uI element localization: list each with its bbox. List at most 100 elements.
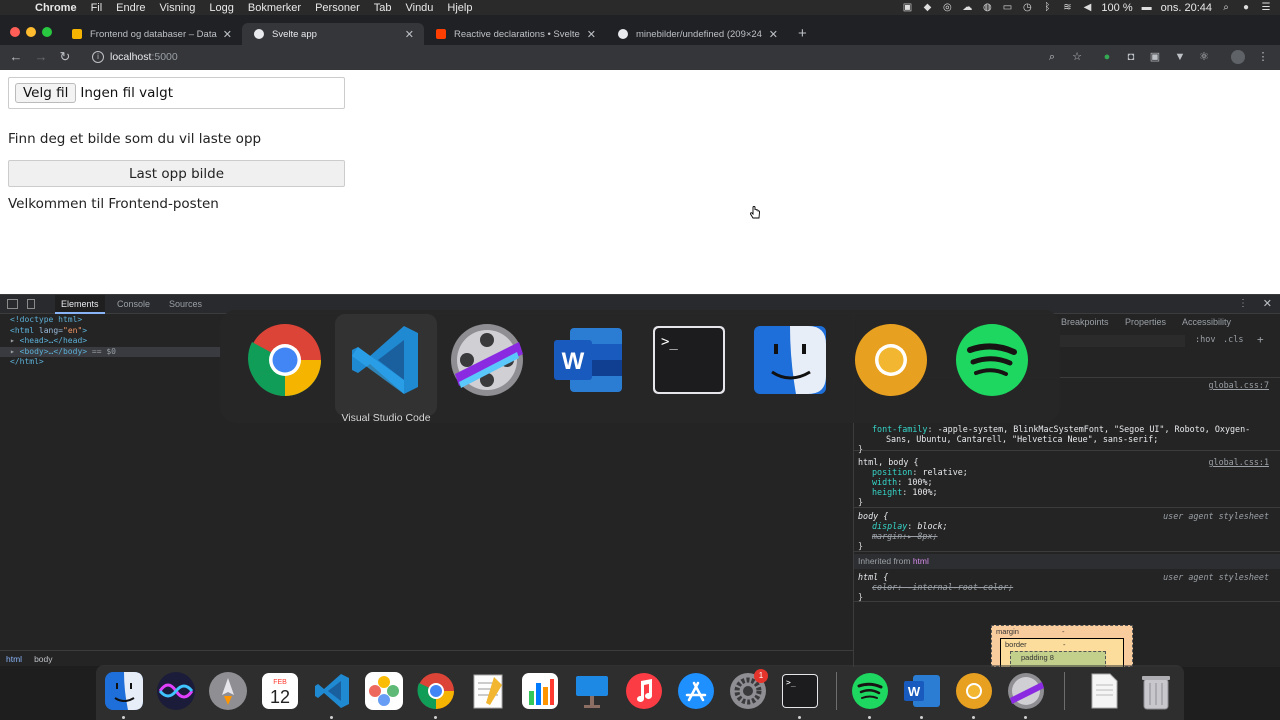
tab-svelte-app[interactable]: Svelte app ✕: [242, 23, 424, 45]
notification-center-icon[interactable]: ☰: [1260, 2, 1272, 13]
tab-frontend-databaser[interactable]: Frontend og databaser – Datab ✕: [60, 23, 242, 45]
bluetooth-icon[interactable]: ᛒ: [1041, 2, 1053, 13]
dom-node-head[interactable]: ▸ <head>…</head>: [0, 336, 220, 347]
close-tab-icon[interactable]: ✕: [587, 28, 596, 41]
forward-arrow-icon[interactable]: →: [33, 49, 49, 64]
margin-declaration[interactable]: margin:▸ 8px;: [858, 531, 1277, 541]
box-model-border[interactable]: border - padding 8: [1000, 638, 1124, 667]
dock-siri-icon[interactable]: [156, 671, 196, 711]
zoom-window-button[interactable]: [42, 27, 52, 37]
react-devtools-icon[interactable]: ⚛: [1197, 50, 1211, 64]
expand-triangle-icon[interactable]: ▸: [10, 347, 20, 356]
menu-app-chrome[interactable]: Chrome: [28, 2, 84, 14]
inspect-element-icon[interactable]: [7, 299, 18, 309]
menu-visning[interactable]: Visning: [153, 2, 203, 14]
dock-terminal-icon[interactable]: >_: [780, 671, 820, 711]
close-tab-icon[interactable]: ✕: [769, 28, 778, 41]
profile-avatar[interactable]: [1231, 50, 1245, 64]
tab-sources[interactable]: Sources: [163, 295, 208, 314]
dock-keynote-icon[interactable]: [572, 671, 612, 711]
creative-cloud-icon[interactable]: ◎: [941, 2, 953, 13]
dock-chrome-canary-icon[interactable]: [954, 671, 994, 711]
menu-hjelp[interactable]: Hjelp: [440, 2, 479, 14]
file-input[interactable]: Velg fil Ingen fil valgt: [8, 77, 345, 109]
menu-bokmerker[interactable]: Bokmerker: [241, 2, 308, 14]
close-window-button[interactable]: [10, 27, 20, 37]
menu-fil[interactable]: Fil: [84, 2, 110, 14]
device-toolbar-icon[interactable]: [27, 299, 35, 309]
kebab-menu-icon[interactable]: ⋮: [1256, 50, 1270, 64]
dock-final-cut-icon[interactable]: [1006, 671, 1046, 711]
dock-calendar-icon[interactable]: FEB 12: [260, 671, 300, 711]
vue-devtools-icon[interactable]: ▼: [1173, 50, 1187, 64]
dock-trash-icon[interactable]: [1136, 671, 1176, 711]
dock-textedit-icon[interactable]: [468, 671, 508, 711]
siri-icon[interactable]: ●: [1240, 2, 1252, 13]
dock-word-icon[interactable]: W: [902, 671, 942, 711]
volume-icon[interactable]: ◀: [1081, 2, 1093, 13]
globe-icon[interactable]: ◍: [981, 2, 993, 13]
cloud-icon[interactable]: ☁: [961, 2, 973, 13]
height-declaration[interactable]: height: 100%;: [858, 487, 1277, 497]
dock-music-icon[interactable]: [624, 671, 664, 711]
dock-document-icon[interactable]: [1084, 671, 1124, 711]
rule-selector[interactable]: body {: [858, 511, 888, 521]
dropbox-icon[interactable]: ◆: [921, 2, 933, 13]
battery-icon[interactable]: ▬: [1141, 2, 1153, 13]
devtools-close-icon[interactable]: ✕: [1263, 297, 1272, 310]
rule-selector[interactable]: html, body {: [858, 457, 919, 467]
new-rule-button[interactable]: +: [1257, 333, 1264, 346]
battery-percent[interactable]: 100 %: [1101, 2, 1132, 14]
breadcrumb-html[interactable]: html: [0, 654, 28, 664]
menu-personer[interactable]: Personer: [308, 2, 367, 14]
dock-chrome-icon[interactable]: [416, 671, 456, 711]
dock-photos-icon[interactable]: [364, 671, 404, 711]
bookmark-star-icon[interactable]: ☆: [1070, 50, 1084, 64]
address-bar[interactable]: i localhost:5000: [84, 47, 1094, 67]
switcher-app-spotify[interactable]: [941, 314, 1043, 416]
switcher-app-vscode[interactable]: Visual Studio Code: [335, 314, 437, 424]
dock-numbers-icon[interactable]: [520, 671, 560, 711]
display-declaration[interactable]: display: block;: [858, 521, 1277, 531]
pocket-icon[interactable]: ◘: [1124, 50, 1138, 64]
expand-triangle-icon[interactable]: ▸: [10, 336, 20, 345]
tab-breakpoints[interactable]: Breakpoints: [1061, 317, 1109, 327]
source-link[interactable]: global.css:1: [1208, 457, 1269, 467]
dock-launchpad-icon[interactable]: [208, 671, 248, 711]
dock-spotify-icon[interactable]: [850, 671, 890, 711]
switcher-app-final-cut[interactable]: [436, 314, 538, 416]
menu-vindu[interactable]: Vindu: [398, 2, 440, 14]
breadcrumb-body[interactable]: body: [28, 654, 58, 664]
zoom-icon[interactable]: ⌕: [1045, 50, 1059, 64]
close-tab-icon[interactable]: ✕: [223, 28, 232, 41]
hov-toggle[interactable]: :hov: [1195, 335, 1215, 345]
switcher-app-word[interactable]: W: [537, 314, 639, 416]
dom-node-html[interactable]: <html lang="en">: [0, 326, 220, 337]
inherited-tag-link[interactable]: html: [913, 556, 929, 566]
cls-toggle[interactable]: .cls: [1223, 335, 1243, 345]
choose-file-button[interactable]: Velg fil: [15, 83, 77, 103]
switcher-app-chrome-canary[interactable]: [840, 314, 942, 416]
airplay-icon[interactable]: ▭: [1001, 2, 1013, 13]
tab-properties[interactable]: Properties: [1125, 317, 1166, 327]
tab-reactive-declarations[interactable]: Reactive declarations • Svelte ✕: [424, 23, 606, 45]
dom-node-html-close[interactable]: </html>: [0, 357, 220, 368]
menu-tab[interactable]: Tab: [367, 2, 399, 14]
tab-minebilder[interactable]: minebilder/undefined (209×24 ✕: [606, 23, 788, 45]
site-info-icon[interactable]: i: [92, 51, 104, 63]
extension-green-icon[interactable]: ●: [1100, 50, 1114, 64]
upload-image-button[interactable]: Last opp bilde: [8, 160, 345, 187]
spotlight-search-icon[interactable]: ⌕: [1220, 2, 1232, 13]
box-model-margin[interactable]: margin - border - padding 8: [991, 625, 1133, 667]
back-arrow-icon[interactable]: ←: [8, 49, 24, 64]
switcher-app-finder[interactable]: [739, 314, 841, 416]
switcher-app-chrome[interactable]: [234, 314, 336, 416]
width-declaration[interactable]: width: 100%;: [858, 477, 1277, 487]
new-tab-button[interactable]: +: [798, 25, 807, 42]
minimize-window-button[interactable]: [26, 27, 36, 37]
color-declaration[interactable]: color: -internal-root-color;: [858, 582, 1277, 592]
font-family-declaration[interactable]: font-family: -apple-system, BlinkMacSyst…: [858, 424, 1273, 454]
devtools-menu-icon[interactable]: ⋮: [1238, 298, 1248, 309]
camera-extension-icon[interactable]: ▣: [1148, 50, 1162, 64]
source-link[interactable]: global.css:7: [1208, 380, 1269, 390]
